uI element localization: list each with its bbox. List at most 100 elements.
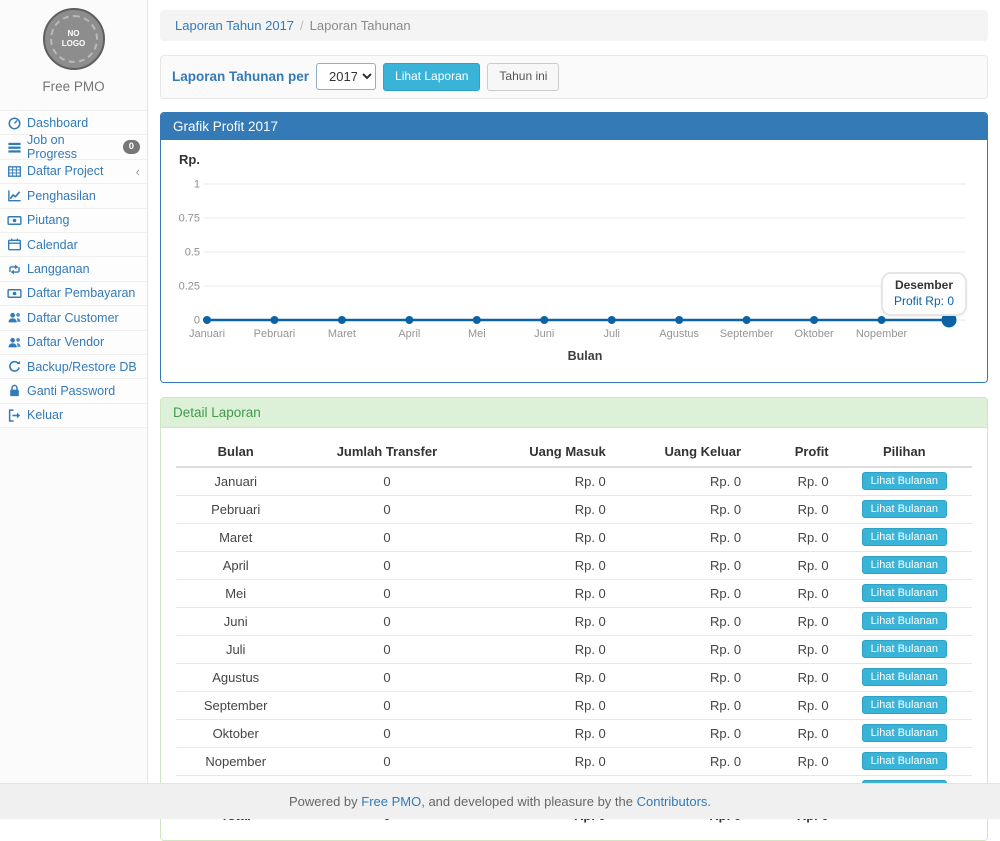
app-logo: NO LOGO (43, 8, 105, 70)
lihat-bulanan-button[interactable]: Lihat Bulanan (862, 752, 947, 770)
lihat-bulanan-button[interactable]: Lihat Bulanan (862, 472, 947, 490)
sidebar-item-keluar[interactable]: Keluar (0, 404, 147, 428)
sidebar-item-label: Piutang (27, 213, 69, 227)
cell-profit: Rp. 0 (749, 747, 837, 775)
sidebar-item-daftar-project[interactable]: Daftar Project‹ (0, 160, 147, 184)
chart-point-juli[interactable] (608, 316, 616, 324)
cell-pilihan: Lihat Bulanan (837, 635, 972, 663)
col-header-jumlah-transfer: Jumlah Transfer (295, 438, 478, 467)
cell-uang-masuk: Rp. 0 (478, 495, 613, 523)
sidebar-item-daftar-vendor[interactable]: Daftar Vendor (0, 331, 147, 355)
chart-point-juni[interactable] (540, 316, 548, 324)
sidebar-item-calendar[interactable]: Calendar (0, 233, 147, 257)
cell-pilihan: Lihat Bulanan (837, 467, 972, 496)
x-axis-title: Bulan (568, 349, 603, 363)
y-tick-label: 0.25 (179, 280, 200, 292)
cell-pilihan: Lihat Bulanan (837, 747, 972, 775)
cell-profit: Rp. 0 (749, 663, 837, 691)
chart-tooltip: Desember Profit Rp: 0 (881, 272, 967, 316)
report-table: Bulan Jumlah Transfer Uang Masuk Uang Ke… (176, 438, 972, 828)
dashboard-icon (7, 115, 22, 130)
lihat-bulanan-button[interactable]: Lihat Bulanan (862, 556, 947, 574)
cell-jumlah-transfer: 0 (295, 747, 478, 775)
x-tick-label: Agustus (659, 328, 699, 340)
cell-profit: Rp. 0 (749, 579, 837, 607)
filter-label: Laporan Tahunan per (172, 69, 309, 84)
cell-uang-keluar: Rp. 0 (614, 551, 749, 579)
detail-panel-title: Detail Laporan (161, 398, 987, 428)
cell-bulan: Juli (176, 635, 295, 663)
chart-point-mei[interactable] (473, 316, 481, 324)
chart-point-nopember[interactable] (878, 316, 886, 324)
sidebar-item-job-on-progress[interactable]: Job on Progress0 (0, 135, 147, 159)
chart-point-pebruari[interactable] (270, 316, 278, 324)
chart-point-agustus[interactable] (675, 316, 683, 324)
cell-jumlah-transfer: 0 (295, 719, 478, 747)
sidebar-item-ganti-password[interactable]: Ganti Password (0, 379, 147, 403)
sidebar-item-daftar-pembayaran[interactable]: Daftar Pembayaran (0, 282, 147, 306)
sidebar-item-label: Keluar (27, 408, 63, 422)
refresh-icon (7, 359, 22, 374)
cell-pilihan: Lihat Bulanan (837, 719, 972, 747)
cell-bulan: Januari (176, 467, 295, 496)
cell-pilihan: Lihat Bulanan (837, 607, 972, 635)
profit-line-chart[interactable]: 00.250.50.751JanuariPebruariMaretAprilMe… (176, 169, 972, 367)
sidebar-item-label: Langganan (27, 262, 90, 276)
chart-point-maret[interactable] (338, 316, 346, 324)
chevron-left-icon: ‹ (136, 164, 140, 179)
lihat-bulanan-button[interactable]: Lihat Bulanan (862, 500, 947, 518)
x-tick-label: Januari (189, 328, 225, 340)
cell-uang-keluar: Rp. 0 (614, 747, 749, 775)
sidebar-item-label: Daftar Pembayaran (27, 286, 135, 300)
col-header-uang-masuk: Uang Masuk (478, 438, 613, 467)
table-row: Mei0Rp. 0Rp. 0Rp. 0Lihat Bulanan (176, 579, 972, 607)
chart-point-oktober[interactable] (810, 316, 818, 324)
sidebar-item-label: Job on Progress (27, 133, 118, 161)
chart-panel-title: Grafik Profit 2017 (161, 113, 987, 140)
sidebar-item-backup-restore-db[interactable]: Backup/Restore DB (0, 355, 147, 379)
cell-uang-keluar: Rp. 0 (614, 635, 749, 663)
cell-bulan: Juni (176, 607, 295, 635)
table-row: April0Rp. 0Rp. 0Rp. 0Lihat Bulanan (176, 551, 972, 579)
cell-jumlah-transfer: 0 (295, 691, 478, 719)
lihat-bulanan-button[interactable]: Lihat Bulanan (862, 640, 947, 658)
cell-uang-masuk: Rp. 0 (478, 635, 613, 663)
sidebar-item-daftar-customer[interactable]: Daftar Customer (0, 306, 147, 330)
cell-bulan: Pebruari (176, 495, 295, 523)
cell-jumlah-transfer: 0 (295, 495, 478, 523)
sidebar-item-dashboard[interactable]: Dashboard (0, 111, 147, 135)
lihat-bulanan-button[interactable]: Lihat Bulanan (862, 584, 947, 602)
sidebar-item-langganan[interactable]: Langganan (0, 257, 147, 281)
lihat-bulanan-button[interactable]: Lihat Bulanan (862, 668, 947, 686)
breadcrumb-link-laporan-tahun[interactable]: Laporan Tahun 2017 (175, 18, 294, 33)
year-select[interactable]: 2017 (316, 63, 376, 90)
users-icon (7, 310, 22, 325)
sidebar-item-penghasilan[interactable]: Penghasilan (0, 184, 147, 208)
footer-link-free-pmo[interactable]: Free PMO (361, 794, 421, 809)
retweet-icon (7, 262, 22, 277)
cell-uang-keluar: Rp. 0 (614, 579, 749, 607)
chart-point-april[interactable] (405, 316, 413, 324)
lihat-bulanan-button[interactable]: Lihat Bulanan (862, 696, 947, 714)
footer-link-contributors[interactable]: Contributors. (637, 794, 711, 809)
lihat-laporan-button[interactable]: Lihat Laporan (383, 63, 480, 91)
table-row: September0Rp. 0Rp. 0Rp. 0Lihat Bulanan (176, 691, 972, 719)
table-header-row: Bulan Jumlah Transfer Uang Masuk Uang Ke… (176, 438, 972, 467)
cell-uang-masuk: Rp. 0 (478, 719, 613, 747)
sidebar-item-label: Daftar Customer (27, 311, 119, 325)
chart-point-september[interactable] (743, 316, 751, 324)
cell-jumlah-transfer: 0 (295, 523, 478, 551)
x-tick-label: Pebruari (254, 328, 296, 340)
cell-pilihan: Lihat Bulanan (837, 551, 972, 579)
lihat-bulanan-button[interactable]: Lihat Bulanan (862, 724, 947, 742)
cell-profit: Rp. 0 (749, 467, 837, 496)
chart-point-januari[interactable] (203, 316, 211, 324)
x-tick-label: Juni (534, 328, 554, 340)
sidebar-item-piutang[interactable]: Piutang (0, 209, 147, 233)
y-tick-label: 0.5 (185, 246, 200, 258)
tahun-ini-button[interactable]: Tahun ini (487, 63, 559, 91)
lihat-bulanan-button[interactable]: Lihat Bulanan (862, 528, 947, 546)
no-logo-placeholder: NO LOGO (50, 15, 98, 63)
table-row: Oktober0Rp. 0Rp. 0Rp. 0Lihat Bulanan (176, 719, 972, 747)
lihat-bulanan-button[interactable]: Lihat Bulanan (862, 612, 947, 630)
